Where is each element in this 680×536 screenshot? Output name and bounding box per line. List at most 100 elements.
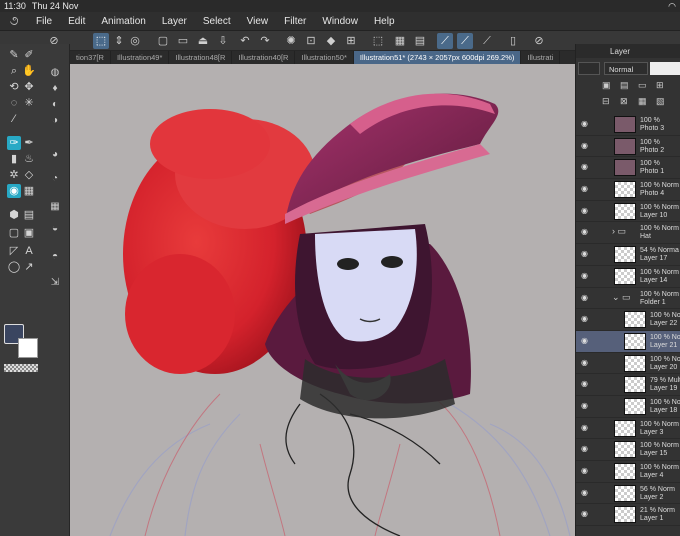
layer-row[interactable]: ◉ 100 % Norm Photo 4	[576, 179, 680, 201]
marker-icon[interactable]: ▮	[7, 152, 21, 166]
layer-row[interactable]: ◉ › ▭ 100 % Norm Hat	[576, 222, 680, 245]
rotate-tool-icon[interactable]: ⟲	[7, 80, 21, 94]
redo-icon[interactable]: ↷	[257, 33, 273, 49]
sub-tool-icon[interactable]: ◕	[44, 148, 66, 162]
menu-filter[interactable]: Filter	[276, 16, 314, 27]
layer-row[interactable]: ◉ 56 % Norm Layer 2	[576, 483, 680, 505]
layer-row[interactable]: ◉ 100 % NormLayer 20	[576, 353, 680, 375]
layer-row[interactable]: ◉ 100 % NormLayer 22	[576, 309, 680, 331]
reference-layer-icon[interactable]: ⊠	[620, 96, 628, 107]
menu-window[interactable]: Window	[314, 16, 366, 27]
layer-row[interactable]: ◉ 79 % Mult Layer 19	[576, 374, 680, 396]
sub-tool-icon[interactable]: ◔	[44, 172, 66, 186]
visibility-eye-icon[interactable]: ◉	[581, 250, 588, 258]
ruler-snap-icon[interactable]: ⟋	[437, 33, 453, 49]
layer-row[interactable]: ◉ 100 % Photo 3	[576, 114, 680, 136]
decoration-icon[interactable]: ✲	[7, 168, 21, 182]
visibility-eye-icon[interactable]: ◉	[581, 228, 588, 236]
layer-row[interactable]: ◉ 100 % Norm Layer 14	[576, 266, 680, 288]
visibility-eye-icon[interactable]: ◉	[581, 336, 588, 345]
visibility-eye-icon[interactable]: ◉	[581, 401, 588, 410]
visibility-eye-icon[interactable]: ◉	[581, 120, 588, 128]
sub-tool-icon[interactable]: ◐	[44, 98, 66, 112]
visibility-eye-icon[interactable]: ◉	[581, 510, 588, 518]
opacity-slider[interactable]	[650, 62, 680, 75]
visibility-eye-icon[interactable]: ◉	[581, 358, 588, 367]
crop-icon[interactable]: ⬚	[370, 33, 386, 49]
loading-icon[interactable]: ✺	[283, 33, 299, 49]
layer-row[interactable]: ◉ 100 % Norm Layer 10	[576, 201, 680, 223]
text-tool-icon[interactable]: A	[22, 244, 36, 258]
visibility-eye-icon[interactable]: ◉	[581, 185, 588, 193]
open-folder-icon[interactable]: ▭	[175, 33, 191, 49]
tab-doc[interactable]: tion37[R	[70, 51, 111, 64]
folder-icon[interactable]: ⌄ ▭	[612, 292, 631, 301]
menu-select[interactable]: Select	[195, 16, 239, 27]
sub-tool-icon[interactable]: ◑	[44, 114, 66, 128]
layer-row[interactable]: ◉ 100 % Norm Layer 3	[576, 418, 680, 440]
visibility-eye-icon[interactable]: ◉	[581, 488, 588, 497]
visibility-eye-icon[interactable]: ◉	[581, 206, 588, 215]
new-folder-icon[interactable]: ▭	[638, 80, 647, 91]
clear-icon[interactable]: ⊡	[303, 33, 319, 49]
pen-tool-icon[interactable]: ✎	[7, 48, 21, 62]
fill-icon[interactable]: ◆	[323, 33, 339, 49]
layer-row[interactable]: ◉ ⌄ ▭ 100 % Norm Folder 1	[576, 288, 680, 310]
visibility-eye-icon[interactable]: ◉	[581, 141, 588, 150]
blend-mode-select[interactable]: Normal	[604, 62, 648, 75]
menu-layer[interactable]: Layer	[154, 16, 195, 27]
move-tool-icon[interactable]: ✥	[22, 80, 36, 94]
tab-doc[interactable]: Illustration49*	[111, 51, 170, 64]
frame-icon[interactable]: ▣	[22, 226, 36, 240]
fill-tool-icon[interactable]: ▦	[22, 184, 36, 198]
figure-icon[interactable]: ▢	[7, 226, 21, 240]
new-raster-layer-icon[interactable]: ▣	[602, 80, 611, 91]
tab-doc[interactable]: Illustration50*	[295, 51, 354, 64]
magic-wand-icon[interactable]: ✳	[22, 96, 36, 110]
menu-view[interactable]: View	[239, 16, 277, 27]
sub-tool-icon[interactable]: ▦	[44, 200, 66, 214]
layer-row[interactable]: ◉ 54 % Norma Layer 17	[576, 244, 680, 266]
visibility-eye-icon[interactable]: ◉	[581, 467, 588, 475]
new-vector-layer-icon[interactable]: ▤	[620, 80, 629, 91]
layer-row[interactable]: ◉ 100 % Norm Layer 4	[576, 461, 680, 483]
mask-layer-icon[interactable]: ▦	[638, 96, 647, 107]
gradient-icon[interactable]: ▤	[22, 208, 36, 222]
balloon-icon[interactable]: ◯	[7, 260, 21, 274]
transform-icon[interactable]: ⊞	[343, 33, 359, 49]
blend-tool-icon[interactable]: ◉	[7, 184, 21, 198]
layer-row[interactable]: ◉ 100 % Photo 1	[576, 157, 680, 180]
airbrush-icon[interactable]: ♨	[22, 152, 36, 166]
sub-tool-icon[interactable]: ◍	[44, 66, 66, 80]
visibility-eye-icon[interactable]: ◉	[581, 271, 588, 280]
eraser-icon[interactable]: ◇	[22, 168, 36, 182]
layer-row[interactable]: ◉ 21 % Norm Layer 1	[576, 504, 680, 527]
layer-row[interactable]: ◉ 100 % NormLayer 21	[576, 330, 680, 353]
device-icon[interactable]: ▯	[505, 33, 521, 49]
brush-tool-icon[interactable]: ✑	[7, 136, 21, 150]
pencil-tool-icon[interactable]: ✐	[22, 48, 36, 62]
visibility-eye-icon[interactable]: ◉	[581, 380, 588, 388]
select-tool-icon[interactable]: ⬚	[93, 33, 109, 49]
export-icon[interactable]: ⇩	[215, 33, 231, 49]
tab-doc[interactable]: Illustration40[R	[232, 51, 296, 64]
layer-row[interactable]: ◉ 100 % NormLayer 18	[576, 396, 680, 418]
grid-ruler-icon[interactable]: ⟋	[479, 33, 495, 49]
hand-tool-icon[interactable]: ✋	[22, 64, 36, 78]
pen-nib-icon[interactable]: ✒	[22, 136, 36, 150]
save-icon[interactable]: ⏏	[195, 33, 211, 49]
menu-help[interactable]: Help	[366, 16, 403, 27]
paint-bucket-icon[interactable]: ⬢	[7, 208, 21, 222]
visibility-eye-icon[interactable]: ◉	[581, 423, 588, 432]
sub-tool-icon[interactable]: ⇲	[44, 276, 66, 290]
deselect-icon[interactable]: ▤	[412, 33, 428, 49]
tab-active-doc[interactable]: Illustration51* (2743 × 2057px 600dpi 26…	[353, 51, 522, 64]
correct-line-icon[interactable]: ↗	[22, 260, 36, 274]
sub-color-swatch[interactable]	[18, 338, 38, 358]
new-file-icon[interactable]: ▢	[155, 33, 171, 49]
zoom-tool-icon[interactable]: ⌕	[7, 64, 21, 78]
app-logo-icon[interactable]: ૭	[0, 13, 28, 29]
undo-icon[interactable]: ↶	[237, 33, 253, 49]
ruler-icon[interactable]: ◸	[7, 244, 21, 258]
layer-row[interactable]: ◉ 100 % Norm Layer 15	[576, 439, 680, 461]
